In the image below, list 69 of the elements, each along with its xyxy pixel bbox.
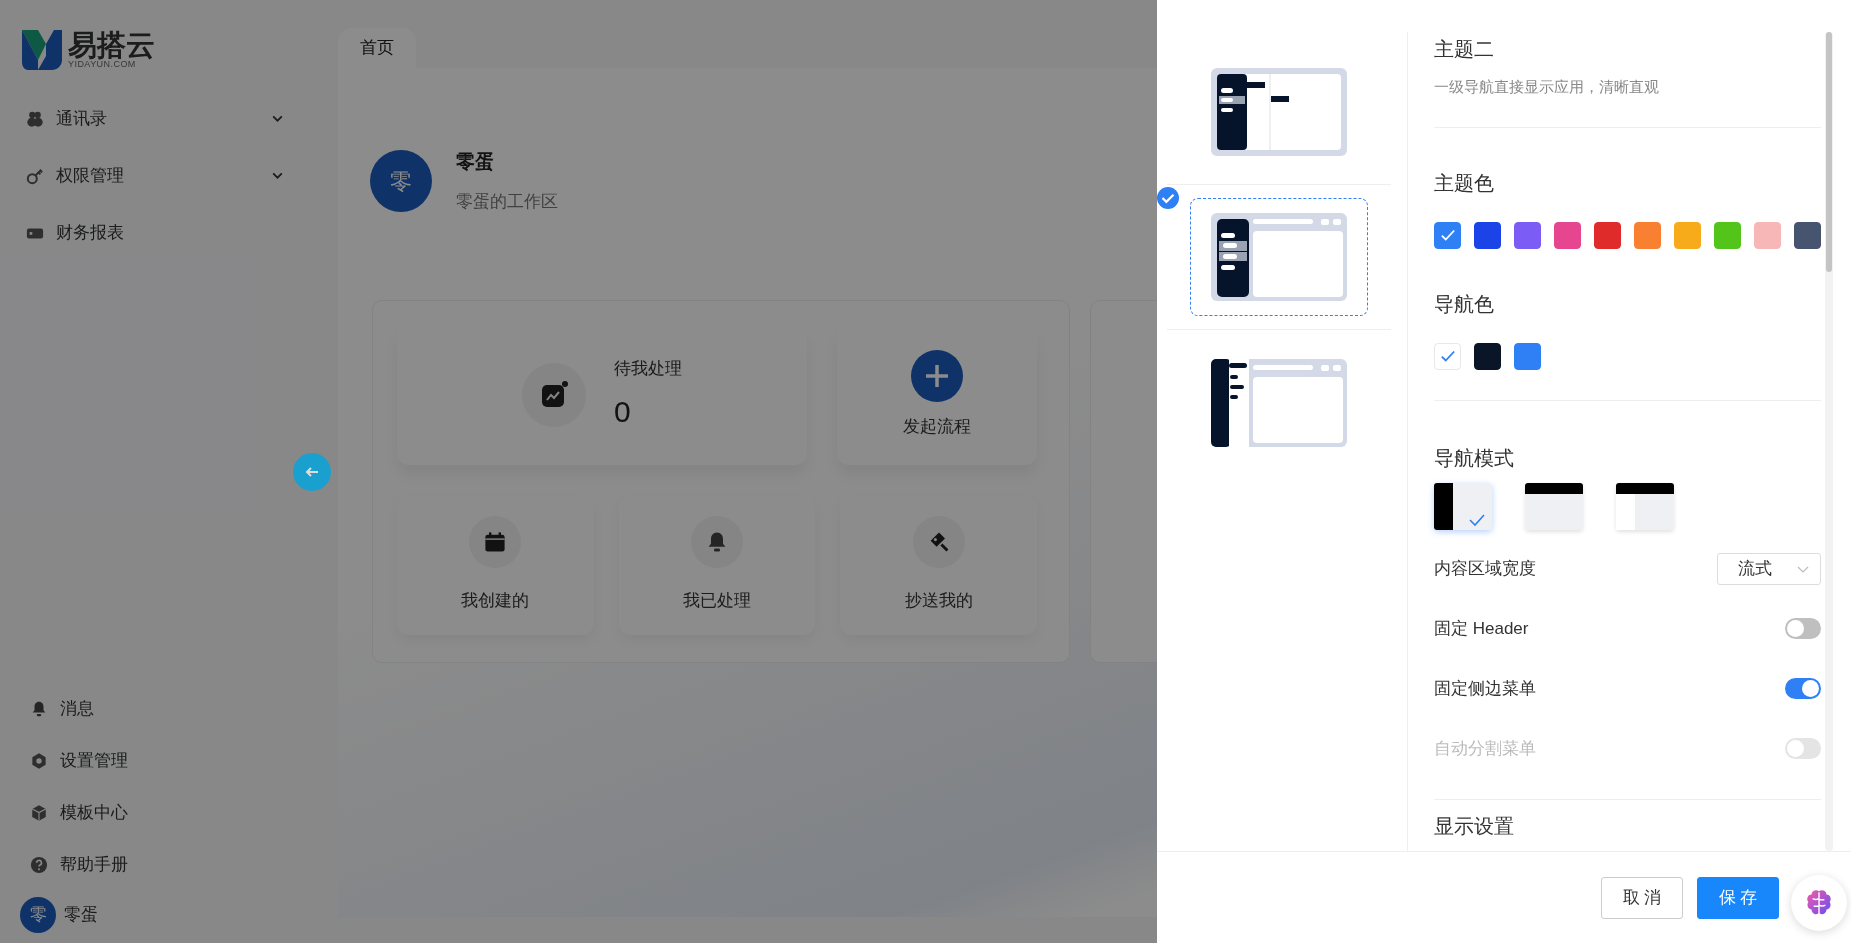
- nav-mode-option[interactable]: [1525, 482, 1583, 530]
- color-swatch[interactable]: [1514, 342, 1541, 370]
- save-button[interactable]: 保 存: [1697, 876, 1779, 919]
- theme-option[interactable]: [1190, 198, 1368, 316]
- chart-icon: [540, 381, 568, 409]
- tile-label: 我已处理: [683, 589, 751, 612]
- shortcut-tile[interactable]: 我创建的: [397, 494, 594, 635]
- section-title: 显示设置: [1434, 813, 1515, 838]
- collapse-button[interactable]: [293, 453, 331, 491]
- nav-mode-option[interactable]: [1434, 482, 1492, 530]
- bell-icon: [30, 700, 48, 718]
- setting-label: 固定侧边菜单: [1434, 677, 1536, 700]
- logo-icon: [20, 28, 64, 72]
- help-icon: [30, 856, 48, 874]
- section-title: 导航模式: [1434, 445, 1515, 471]
- toggle-switch[interactable]: [1785, 618, 1821, 639]
- calendar-icon: [483, 529, 508, 554]
- tile-label: 我创建的: [461, 589, 530, 612]
- nav-mode-option[interactable]: [1616, 482, 1674, 530]
- user-name: 零蛋: [64, 904, 98, 927]
- color-swatch[interactable]: [1634, 221, 1661, 249]
- color-swatch[interactable]: [1474, 221, 1501, 249]
- shortcut-tile[interactable]: 我已处理: [618, 494, 816, 635]
- color-swatch[interactable]: [1794, 221, 1821, 249]
- theme-title: 主题二: [1434, 37, 1495, 62]
- setting-label: 内容区域宽度: [1434, 557, 1536, 580]
- color-swatch[interactable]: [1554, 221, 1581, 249]
- tile-label: 待我处理: [614, 357, 682, 380]
- shortcut-tile[interactable]: 抄送我的: [840, 494, 1037, 635]
- menu-item[interactable]: 权限管理: [0, 147, 312, 204]
- color-swatch[interactable]: [1514, 221, 1541, 249]
- toggle-switch[interactable]: [1785, 678, 1821, 699]
- section-title: 导航色: [1434, 291, 1495, 317]
- setting-label: 自动分割菜单: [1434, 737, 1536, 760]
- menu-item[interactable]: 帮助手册: [0, 839, 312, 891]
- color-swatch[interactable]: [1474, 342, 1501, 370]
- color-swatch[interactable]: [1434, 221, 1461, 249]
- hexagon-icon: [30, 752, 48, 770]
- color-swatch[interactable]: [1594, 221, 1621, 249]
- start-process-tile[interactable]: 发起流程: [837, 325, 1037, 465]
- pending-tile[interactable]: 待我处理 0: [397, 325, 807, 465]
- assistant-button[interactable]: [1791, 875, 1847, 931]
- color-swatch[interactable]: [1674, 221, 1701, 249]
- theme-description: 一级导航直接显示应用，清晰直观: [1434, 77, 1660, 97]
- menu-item[interactable]: 模板中心: [0, 787, 312, 839]
- scrollbar-thumb[interactable]: [1826, 32, 1832, 272]
- workspace-name: 零蛋: [456, 150, 495, 174]
- cube-icon: [30, 804, 48, 822]
- tile-label: 抄送我的: [904, 589, 973, 612]
- setting-label: 固定 Header: [1434, 617, 1529, 640]
- workspace-subtitle: 零蛋的工作区: [456, 190, 558, 213]
- people-icon: [26, 109, 44, 128]
- tab[interactable]: 首页: [338, 28, 416, 68]
- cancel-button[interactable]: 取 消: [1601, 876, 1683, 919]
- brand-name: 易搭云: [68, 31, 155, 60]
- menu-item[interactable]: 设置管理: [0, 735, 312, 787]
- brand-subtitle: YIDAYUN.COM: [68, 60, 136, 69]
- pending-count: 0: [614, 394, 631, 431]
- workspace-avatar: 零: [370, 150, 432, 212]
- section-title: 主题色: [1434, 170, 1495, 196]
- menu-item[interactable]: 消息: [0, 683, 312, 735]
- plus-icon: [911, 350, 963, 403]
- user-avatar[interactable]: 零: [20, 897, 56, 933]
- width-select[interactable]: 流式: [1717, 552, 1821, 585]
- color-swatch[interactable]: [1714, 221, 1741, 249]
- tile-label: 发起流程: [903, 416, 971, 439]
- key-icon: [26, 166, 44, 185]
- menu-item[interactable]: 通讯录: [0, 90, 312, 147]
- menu-item[interactable]: 财务报表: [0, 204, 312, 261]
